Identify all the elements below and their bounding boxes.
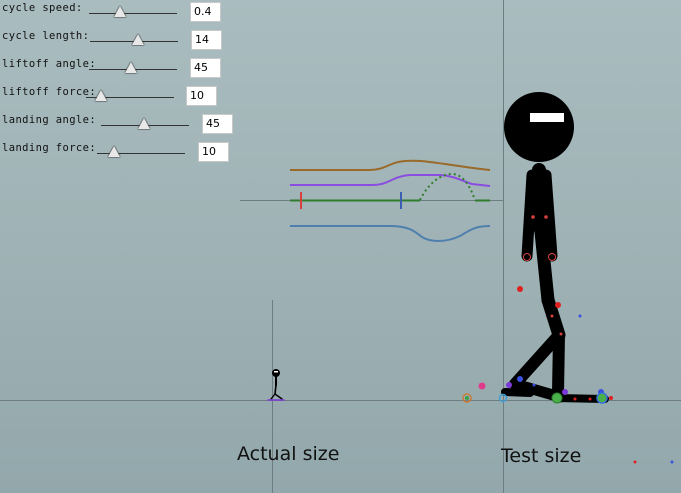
figure-head <box>504 92 574 162</box>
blue-curve <box>290 225 491 242</box>
stick-figure-test <box>462 92 674 464</box>
figure-limbs <box>501 163 609 403</box>
simulation-stage <box>0 0 681 493</box>
stick-figure-actual <box>267 369 285 401</box>
caption-test-size: Test size <box>501 445 582 467</box>
orange-curve <box>290 159 491 171</box>
joint-markers <box>462 215 674 464</box>
caption-actual-size: Actual size <box>237 443 340 465</box>
green-dotted-arc <box>419 172 476 201</box>
figure-visor <box>530 113 564 122</box>
